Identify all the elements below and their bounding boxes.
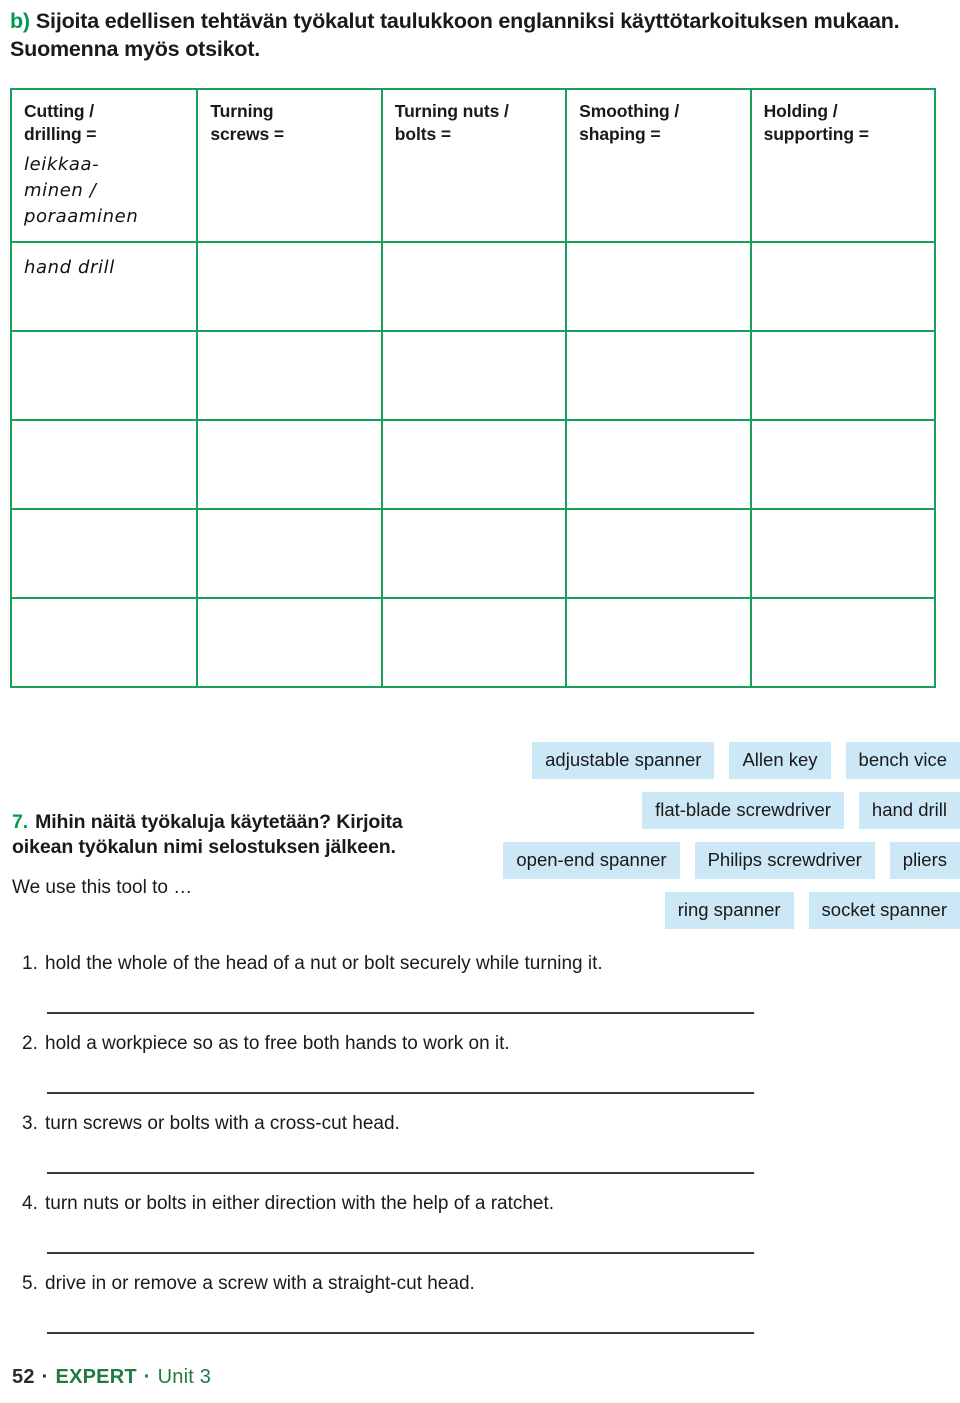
word-bank: adjustable spanner Allen key bench vice … (444, 741, 960, 930)
table-header-cell-turning-nuts-bolts: Turning nuts / bolts = (380, 90, 565, 242)
answer-item-number: 5. (22, 1273, 38, 1294)
answer-item-text: 3. turn screws or bolts with a cross-cut … (22, 1112, 762, 1136)
question-7-prompt: We use this tool to … (12, 876, 193, 898)
task-letter-label: b) (10, 9, 30, 33)
table-cell[interactable] (196, 243, 380, 331)
word-bank-row: adjustable spanner Allen key bench vice (444, 741, 960, 780)
word-bank-row: flat-blade screwdriver hand drill (444, 791, 960, 830)
table-cell[interactable] (380, 599, 565, 687)
tool-classification-table: Cutting / drilling = leikkaa- minen / po… (10, 88, 936, 688)
question-7-heading: 7. Mihin näitä työkaluja käytetään? Kirjo… (12, 810, 432, 861)
column-header-label: Turning nuts / bolts = (394, 101, 509, 145)
table-header-cell-smoothing-shaping: Smoothing / shaping = (565, 90, 749, 242)
list-item: 3. turn screws or bolts with a cross-cut … (22, 1112, 762, 1192)
table-row: hand drill (12, 241, 934, 331)
word-bank-chip[interactable]: bench vice (845, 741, 960, 780)
answer-write-line[interactable] (47, 1332, 754, 1334)
answer-write-line[interactable] (47, 1012, 754, 1014)
word-bank-row: ring spanner socket spanner (444, 891, 960, 930)
task-instruction-text: Sijoita edellisen tehtävän työkalut taul… (10, 9, 900, 61)
table-cell[interactable] (380, 510, 565, 598)
question-number: 7. (12, 811, 29, 833)
footer-brand: EXPERT (55, 1366, 137, 1388)
answer-item-description: turn screws or bolts with a cross-cut he… (45, 1113, 400, 1134)
table-cell[interactable] (749, 599, 934, 687)
column-header-translation[interactable]: leikkaa- minen / poraaminen (24, 152, 184, 230)
table-cell[interactable] (565, 421, 749, 509)
list-item: 2. hold a workpiece so as to free both ha… (22, 1032, 762, 1112)
word-bank-chip[interactable]: adjustable spanner (532, 741, 715, 780)
answer-item-description: hold the whole of the head of a nut or b… (45, 953, 603, 974)
table-row (12, 330, 934, 420)
table-cell[interactable] (565, 510, 749, 598)
table-cell[interactable] (380, 332, 565, 420)
answer-write-line[interactable] (47, 1092, 754, 1094)
column-header-label: Cutting / drilling = (24, 101, 97, 145)
column-header-label: Holding / supporting = (763, 101, 869, 145)
answer-item-number: 1. (22, 953, 38, 974)
page-footer: 52 · EXPERT · Unit 3 (12, 1366, 211, 1389)
table-cell[interactable] (12, 599, 196, 686)
answer-list: 1. hold the whole of the head of a nut or… (22, 952, 762, 1352)
table-cell[interactable] (196, 599, 380, 687)
word-bank-chip[interactable]: socket spanner (808, 891, 960, 930)
table-cell[interactable]: hand drill (12, 243, 196, 330)
table-cell[interactable] (749, 243, 934, 331)
table-row (12, 508, 934, 598)
page-number: 52 (12, 1366, 35, 1388)
column-header-label: Smoothing / shaping = (579, 101, 680, 145)
table-cell[interactable] (380, 243, 565, 331)
table-cell[interactable] (565, 599, 749, 687)
table-cell-text: hand drill (24, 257, 115, 279)
answer-item-description: drive in or remove a screw with a straig… (45, 1273, 475, 1294)
question-heading-text: Mihin näitä työkaluja käytetään? Kirjoit… (12, 811, 403, 859)
list-item: 1. hold the whole of the head of a nut or… (22, 952, 762, 1032)
table-header-cell-cutting-drilling: Cutting / drilling = leikkaa- minen / po… (12, 90, 196, 241)
answer-item-description: turn nuts or bolts in either direction w… (45, 1193, 555, 1214)
table-cell[interactable] (749, 332, 934, 420)
table-row (12, 597, 934, 687)
word-bank-chip[interactable]: pliers (889, 841, 960, 880)
word-bank-chip[interactable]: Philips screwdriver (694, 841, 875, 880)
table-cell[interactable] (196, 510, 380, 598)
footer-unit: Unit 3 (157, 1366, 212, 1388)
answer-item-text: 4. turn nuts or bolts in either direction… (22, 1192, 762, 1216)
table-cell[interactable] (749, 510, 934, 598)
answer-item-text: 2. hold a workpiece so as to free both ha… (22, 1032, 762, 1056)
table-cell[interactable] (380, 421, 565, 509)
table-cell[interactable] (12, 332, 196, 419)
table-cell[interactable] (565, 332, 749, 420)
footer-separator: · (143, 1366, 151, 1388)
word-bank-chip[interactable]: ring spanner (664, 891, 794, 930)
task-instruction: b) Sijoita edellisen tehtävän työkalut ta… (10, 8, 950, 64)
column-header-label: Turning screws = (210, 101, 285, 145)
answer-item-description: hold a workpiece so as to free both hand… (45, 1033, 510, 1054)
table-header-cell-turning-screws: Turning screws = (196, 90, 380, 242)
list-item: 5. drive in or remove a screw with a stra… (22, 1272, 762, 1352)
answer-item-text: 1. hold the whole of the head of a nut or… (22, 952, 762, 976)
answer-item-number: 3. (22, 1113, 38, 1134)
answer-write-line[interactable] (47, 1172, 754, 1174)
answer-item-number: 2. (22, 1033, 38, 1054)
answer-item-text: 5. drive in or remove a screw with a stra… (22, 1272, 762, 1296)
word-bank-chip[interactable]: Allen key (729, 741, 831, 780)
question-7-block: 7. Mihin näitä työkaluja käytetään? Kirjo… (12, 810, 432, 900)
table-cell[interactable] (12, 421, 196, 508)
table-header-row: Cutting / drilling = leikkaa- minen / po… (12, 90, 934, 242)
table-cell[interactable] (196, 332, 380, 420)
answer-item-number: 4. (22, 1193, 38, 1214)
table-cell[interactable] (12, 510, 196, 597)
answer-write-line[interactable] (47, 1252, 754, 1254)
table-cell[interactable] (749, 421, 934, 509)
list-item: 4. turn nuts or bolts in either direction… (22, 1192, 762, 1272)
word-bank-chip[interactable]: flat-blade screwdriver (642, 791, 844, 830)
table-cell[interactable] (565, 243, 749, 331)
footer-separator: · (41, 1366, 49, 1388)
word-bank-chip[interactable]: open-end spanner (503, 841, 680, 880)
table-row (12, 419, 934, 509)
table-header-cell-holding-supporting: Holding / supporting = (749, 90, 934, 242)
word-bank-row: open-end spanner Philips screwdriver pli… (444, 841, 960, 880)
word-bank-chip[interactable]: hand drill (858, 791, 960, 830)
table-cell[interactable] (196, 421, 380, 509)
